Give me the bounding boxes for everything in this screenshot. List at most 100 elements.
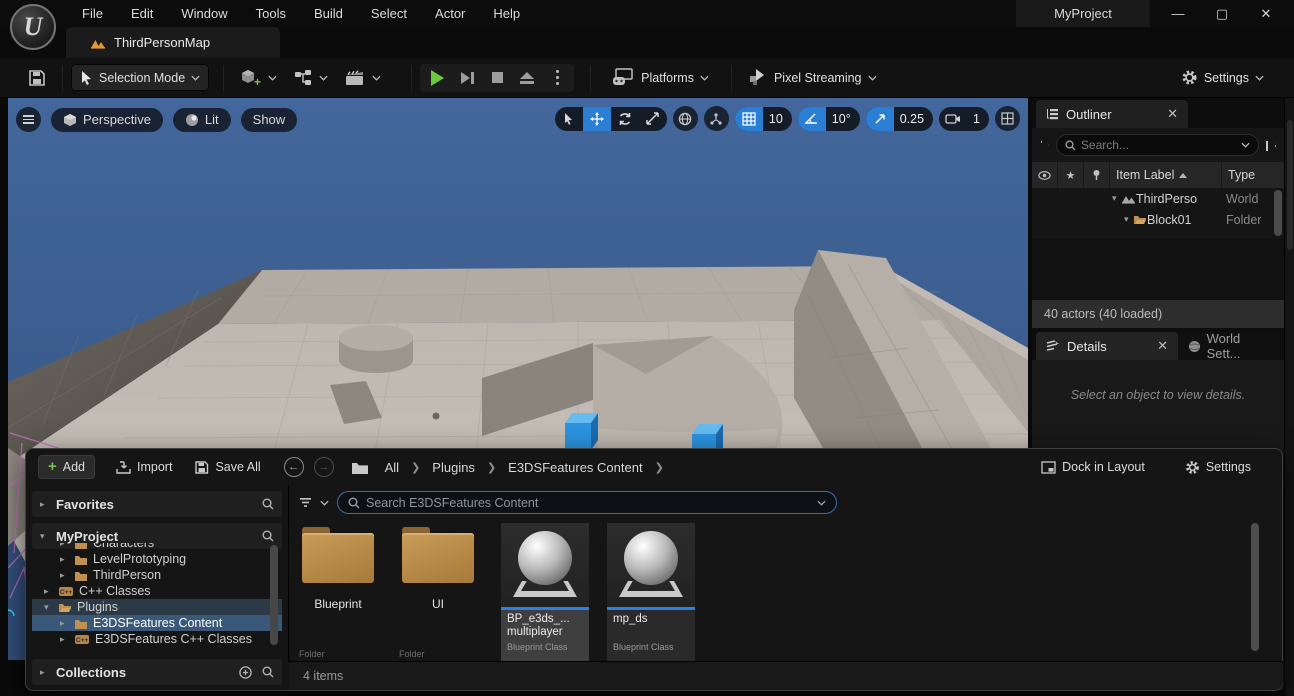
close-button[interactable]: ✕ [1244,0,1288,27]
forward-button[interactable]: → [314,457,334,477]
menu-actor[interactable]: Actor [421,6,479,21]
save-button[interactable] [20,64,54,92]
breadcrumb-plugins[interactable]: Plugins [426,460,481,475]
chevron-down-icon[interactable] [1048,142,1050,148]
menu-select[interactable]: Select [357,6,421,21]
outliner-search[interactable] [1056,134,1259,156]
outliner-search-input[interactable] [1081,138,1236,152]
minimize-button[interactable]: — [1156,0,1200,27]
save-all-button[interactable]: Save All [185,456,269,478]
selection-mode-dropdown[interactable]: Selection Mode [71,64,209,91]
menu-help[interactable]: Help [479,6,534,21]
tree-item-thirdperson[interactable]: ▸ ThirdPerson [32,567,282,583]
search-icon[interactable] [262,666,274,678]
stop-button[interactable] [484,67,510,89]
world-local-toggle[interactable] [673,106,698,131]
viewport-options-button[interactable] [16,107,41,132]
play-options-kebab[interactable] [544,67,570,89]
outliner-row-world[interactable]: ▾ ThirdPersonMap World [1032,188,1284,209]
tree-item-e3dsfeatures-content[interactable]: ▸ E3DSFeatures Content [32,615,282,631]
asset-mp-ds[interactable]: mp_ds Blueprint Class [607,523,695,663]
visibility-column-header[interactable] [1032,162,1058,188]
maximize-viewport-button[interactable] [995,106,1020,131]
favorite-column-header[interactable]: ★ [1058,162,1084,188]
scale-tool[interactable] [639,107,667,131]
tree-item-cpp-classes[interactable]: ▸ C++ C++ Classes [32,583,282,599]
play-button[interactable] [424,67,450,89]
tab-details[interactable]: Details ✕ [1036,332,1178,360]
chevron-collapsed-icon[interactable]: ▸ [40,667,49,678]
favorites-section[interactable]: ▸ Favorites [32,491,282,517]
back-button[interactable]: ← [284,457,304,477]
surface-snapping-button[interactable] [704,106,729,131]
collections-section[interactable]: ▸ Collections [32,659,282,685]
eject-button[interactable] [514,67,540,89]
cinematics-dropdown[interactable] [336,64,389,92]
settings-dropdown[interactable]: Settings [1173,64,1272,91]
add-button[interactable]: + Add [38,455,95,479]
tab-outliner[interactable]: Outliner ✕ [1036,100,1188,128]
maximize-button[interactable]: ▢ [1200,0,1244,27]
unreal-logo-icon[interactable]: U [10,4,56,50]
chevron-expanded-icon[interactable]: ▾ [1112,193,1121,204]
lit-dropdown[interactable]: Lit [173,108,231,132]
breadcrumb-e3dsfeatures[interactable]: E3DSFeatures Content [502,460,648,475]
tree-item-e3dsfeatures-cpp-classes[interactable]: ▸ C++ E3DSFeatures C++ Classes [32,631,282,647]
tree-item-plugins[interactable]: ▾ Plugins [32,599,282,615]
type-column-header[interactable]: Type [1222,162,1284,188]
scale-snap-control[interactable]: 0.25 [866,107,933,131]
camera-speed-control[interactable]: 1 [939,107,989,131]
rotation-snap-control[interactable]: 10° [798,107,860,131]
chevron-collapsed-icon[interactable]: ▸ [40,499,49,510]
asset-search[interactable] [337,491,837,514]
outliner-scrollbar[interactable] [1274,190,1282,236]
menu-tools[interactable]: Tools [242,6,300,21]
outliner-settings-gear-icon[interactable] [1274,138,1276,152]
blueprints-dropdown[interactable] [285,64,336,92]
outliner-row-folder[interactable]: ▾ Block01 Folder [1032,209,1284,230]
menu-build[interactable]: Build [300,6,357,21]
asset-search-input[interactable] [366,496,811,510]
show-dropdown[interactable]: Show [241,108,298,132]
import-button[interactable]: Import [107,456,181,478]
menu-edit[interactable]: Edit [117,6,167,21]
tab-thirdpersonmap[interactable]: ThirdPersonMap [66,27,280,58]
chevron-expanded-icon[interactable]: ▾ [1124,214,1133,225]
grid-snap-control[interactable]: 10 [735,107,792,131]
panel-scrollbar[interactable] [1287,120,1293,250]
sidebar-scrollbar[interactable] [270,545,278,645]
pixel-streaming-dropdown[interactable]: Pixel Streaming [740,63,885,92]
move-tool[interactable] [583,107,611,131]
frame-skip-button[interactable] [454,67,480,89]
close-icon[interactable]: ✕ [1157,338,1168,354]
asset-folder-blueprint[interactable]: Blueprint Folder [297,523,379,661]
close-icon[interactable]: ✕ [1167,106,1178,122]
menu-window[interactable]: Window [167,6,241,21]
platforms-dropdown[interactable]: Platforms [603,63,717,92]
rotate-tool[interactable] [611,107,639,131]
new-folder-icon[interactable] [1265,139,1268,151]
chevron-expanded-icon[interactable]: ▾ [40,531,49,542]
menu-file[interactable]: File [68,6,117,21]
chevron-down-icon[interactable] [1241,142,1250,148]
asset-folder-ui[interactable]: UI Folder [397,523,479,661]
pin-column-header[interactable] [1084,162,1110,188]
tab-world-settings[interactable]: World Sett... [1178,332,1280,360]
content-browser-settings-button[interactable]: Settings [1176,456,1260,479]
asset-grid-scrollbar[interactable] [1251,523,1259,651]
dock-in-layout-button[interactable]: Dock in Layout [1032,456,1154,478]
add-collection-icon[interactable] [239,666,252,679]
search-icon[interactable] [262,530,274,542]
perspective-dropdown[interactable]: Perspective [51,108,163,132]
chevron-down-icon[interactable] [817,500,826,506]
add-actor-dropdown[interactable]: + [232,63,285,93]
tree-item-characters[interactable]: ▸ Characters [32,543,282,551]
chevron-down-icon[interactable] [320,500,329,506]
search-icon[interactable] [262,498,274,510]
tree-item-levelprototyping[interactable]: ▸ LevelPrototyping [32,551,282,567]
asset-bp-e3ds-multiplayer[interactable]: BP_e3ds_... multiplayer Blueprint Class [501,523,589,663]
select-tool[interactable] [555,107,583,131]
breadcrumb-all[interactable]: All [379,460,405,475]
filter-icon[interactable] [299,497,312,508]
item-label-column-header[interactable]: Item Label [1110,162,1222,188]
